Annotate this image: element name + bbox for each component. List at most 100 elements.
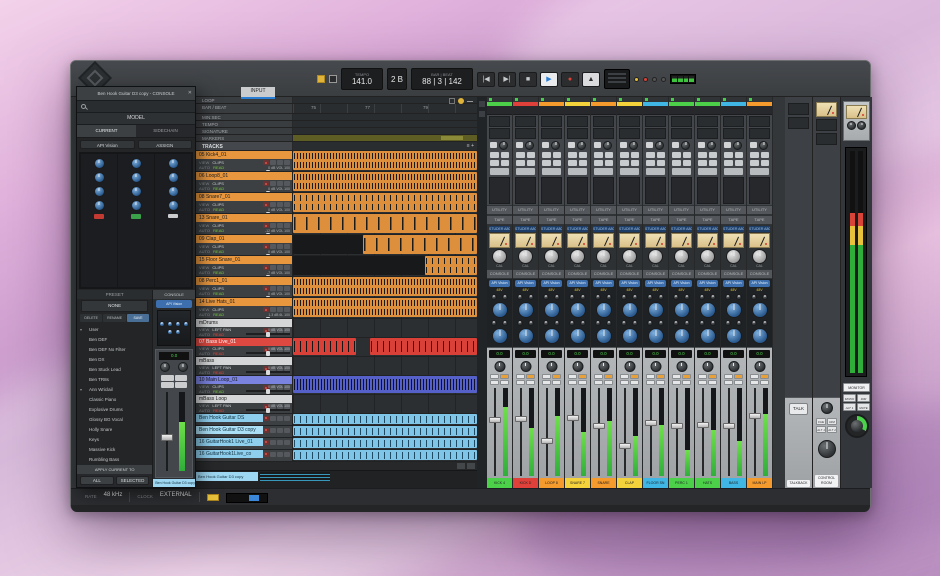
hpf-button[interactable] <box>620 152 629 158</box>
mini-knob[interactable] <box>528 294 534 300</box>
mini-knob[interactable] <box>736 320 742 326</box>
audio-clip[interactable] <box>293 450 477 460</box>
track-header[interactable]: mBass VIEW LEFT PAN AUTO READ 0 dB VOL 1… <box>196 357 293 375</box>
rec-button[interactable] <box>542 380 551 385</box>
mini-knob[interactable] <box>710 294 716 300</box>
skip-to-start-button[interactable]: |◀ <box>477 72 495 87</box>
mute-button[interactable] <box>284 428 290 433</box>
auto-button[interactable] <box>656 380 665 385</box>
fader-handle[interactable] <box>619 443 631 449</box>
audio-clip[interactable] <box>293 193 477 212</box>
audio-clip[interactable] <box>293 438 477 448</box>
mini-knob[interactable] <box>569 320 575 326</box>
solo-button[interactable] <box>516 374 525 379</box>
pan-knob[interactable] <box>520 361 531 372</box>
insert-slot[interactable] <box>515 128 536 139</box>
insert-slot[interactable] <box>723 128 744 139</box>
line-button[interactable] <box>657 160 666 166</box>
track-name[interactable]: 13 Snare_01 <box>196 214 292 222</box>
preset-item[interactable]: Massive Kick <box>77 445 152 455</box>
channel-name-label[interactable]: MAIN LP <box>747 478 772 488</box>
solo-button[interactable] <box>277 416 283 421</box>
line-button[interactable] <box>709 160 718 166</box>
mute-button[interactable] <box>578 374 587 379</box>
plugin-knob[interactable] <box>131 186 142 197</box>
mute-button[interactable] <box>284 181 290 186</box>
main-monitor-knob[interactable] <box>845 414 869 438</box>
track-name[interactable]: 10 Main Loop_01 <box>196 376 292 384</box>
unison-plugin-chip[interactable]: API Vision <box>723 280 744 287</box>
rec-button[interactable] <box>516 380 525 385</box>
trim-knob[interactable] <box>681 141 690 150</box>
track-header[interactable]: 15 Floor Snare_01 VIEW CLIPS AUTO READ -… <box>196 256 293 276</box>
mini-knob[interactable] <box>725 294 731 300</box>
record-arm-button[interactable] <box>263 416 269 421</box>
strip-gain-knob[interactable] <box>160 362 170 372</box>
track-automation-mode[interactable]: AUTO READ <box>199 312 224 317</box>
track-automation-mode[interactable]: AUTO READ <box>199 370 231 375</box>
eq-knob[interactable] <box>596 328 612 344</box>
mini-knob[interactable] <box>595 320 601 326</box>
input-slot[interactable] <box>749 116 770 127</box>
insert-list[interactable] <box>671 177 692 204</box>
mini-knob[interactable] <box>658 320 664 326</box>
record-button[interactable]: ● <box>561 72 579 87</box>
track-clip-lane[interactable] <box>293 235 477 255</box>
mini-knob[interactable] <box>528 320 534 326</box>
mute-button[interactable] <box>284 223 290 228</box>
input-button[interactable] <box>270 160 276 165</box>
trim-knob[interactable] <box>525 141 534 150</box>
channel-tab[interactable] <box>487 106 512 115</box>
assign-button[interactable]: ASSIGN <box>138 140 193 149</box>
line-button[interactable] <box>735 160 744 166</box>
preset-item[interactable]: Ben DEF No Filter <box>77 345 152 355</box>
header-row-body[interactable]: 757779 <box>293 104 477 113</box>
track-header[interactable]: mDrums VIEW LEFT PAN AUTO READ 0 dB VOL … <box>196 319 293 337</box>
track-header[interactable]: Ben Hook Guitar D3 copy VIEW CLIPS AUTO … <box>196 426 293 437</box>
spill-button[interactable] <box>750 168 769 175</box>
track-header[interactable]: 06 Loop8_01 VIEW CLIPS AUTO READ 0 dB VO… <box>196 172 293 192</box>
unison-plugin-chip[interactable]: API Vision <box>749 280 770 287</box>
mute-button[interactable] <box>284 265 290 270</box>
track-clip-lane[interactable] <box>293 151 477 171</box>
track-header[interactable]: 14 Live Hats_01 VIEW CLIPS AUTO READ 1.3… <box>196 298 293 318</box>
input-button[interactable] <box>270 181 276 186</box>
mute-button[interactable] <box>284 244 290 249</box>
plugin-knob[interactable] <box>168 172 179 183</box>
phantom-button[interactable] <box>542 160 551 166</box>
phantom-button[interactable] <box>594 160 603 166</box>
preamp-gain-knob[interactable] <box>518 302 534 318</box>
record-arm-button[interactable] <box>263 265 269 270</box>
channel-name-label[interactable]: HATS <box>695 478 720 488</box>
track-name[interactable]: mBass Loop <box>196 395 292 403</box>
fader-handle[interactable] <box>749 413 761 419</box>
plugin-knob[interactable] <box>94 200 105 211</box>
phase-button[interactable] <box>750 142 757 148</box>
insert-list[interactable] <box>593 177 614 204</box>
mute-button[interactable] <box>284 452 290 457</box>
eq-knob[interactable] <box>492 328 508 344</box>
phase-button[interactable] <box>594 142 601 148</box>
dim-button[interactable]: DIM <box>857 394 870 402</box>
apply-all-button[interactable]: ALL <box>80 476 114 485</box>
track-automation-mode[interactable]: AUTO READ <box>199 186 224 191</box>
track-name[interactable]: 15 Floor Snare_01 <box>196 256 292 264</box>
fader-handle[interactable] <box>567 415 579 421</box>
mute-button[interactable] <box>526 374 535 379</box>
channel-name-label[interactable]: SNARE <box>591 478 616 488</box>
phase-button[interactable] <box>516 142 523 148</box>
phase-button[interactable] <box>490 142 497 148</box>
insert-slot[interactable] <box>671 128 692 139</box>
mute-button[interactable] <box>284 160 290 165</box>
insert-list[interactable] <box>749 177 770 204</box>
phantom-button[interactable] <box>672 160 681 166</box>
mute-button[interactable] <box>630 374 639 379</box>
rec-button[interactable] <box>594 380 603 385</box>
hpf-button[interactable] <box>672 152 681 158</box>
track-volume-slider[interactable] <box>246 390 290 392</box>
eq-knob[interactable] <box>544 328 560 344</box>
insert-list[interactable] <box>697 177 718 204</box>
track-clip-lane[interactable] <box>293 298 477 318</box>
eq-knob[interactable] <box>700 328 716 344</box>
mini-knob[interactable] <box>658 294 664 300</box>
